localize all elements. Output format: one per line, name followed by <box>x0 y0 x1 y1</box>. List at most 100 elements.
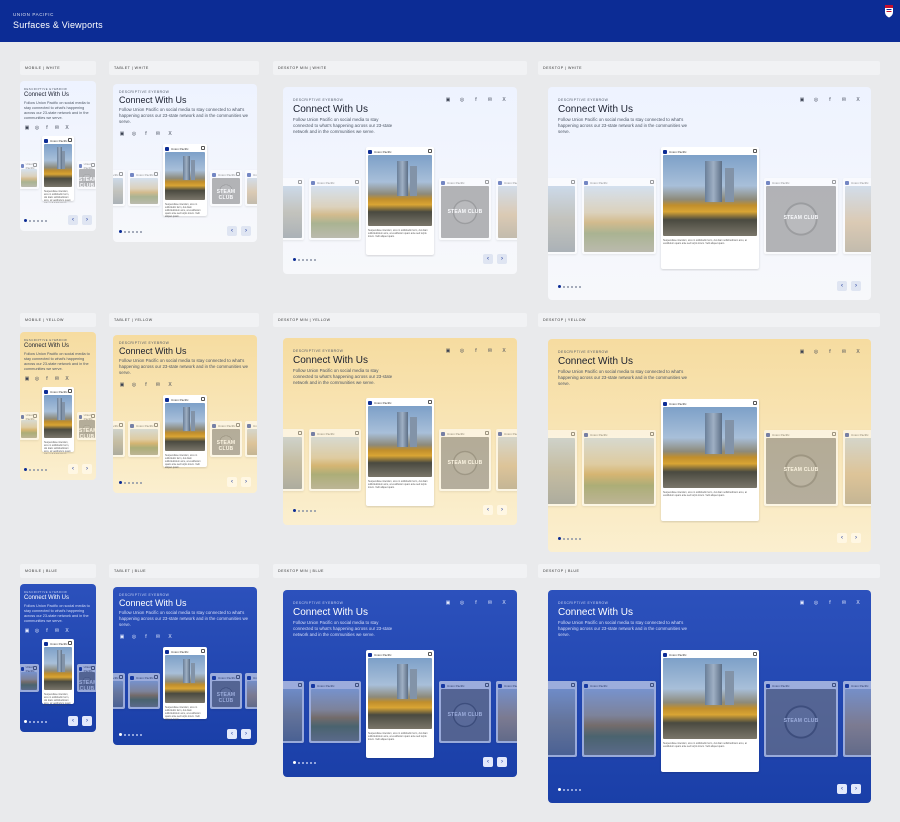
pagination-dot[interactable] <box>293 258 296 261</box>
pagination-dot[interactable] <box>567 788 569 791</box>
carousel-prev-button[interactable]: ‹ <box>227 729 237 739</box>
pagination-dot[interactable] <box>140 481 142 484</box>
carousel-card[interactable]: Union Pacific <box>843 178 871 254</box>
instagram-icon[interactable]: ◎ <box>131 382 137 388</box>
pagination-dot[interactable] <box>302 258 304 261</box>
carousel-prev-button[interactable]: ‹ <box>68 215 78 225</box>
pagination-dot[interactable] <box>558 285 561 288</box>
carousel-card[interactable]: Union Pacific <box>843 681 871 757</box>
youtube-icon[interactable]: ▣ <box>445 97 451 103</box>
pagination-dot[interactable] <box>119 481 122 484</box>
carousel-card[interactable]: Union Pacific STEAM CLUB <box>764 178 838 254</box>
facebook-icon[interactable]: f <box>827 349 833 355</box>
carousel-prev-button[interactable]: ‹ <box>227 477 237 487</box>
instagram-icon[interactable]: ◎ <box>459 348 465 354</box>
carousel-card[interactable]: Union Pacific <box>582 430 656 506</box>
carousel-card[interactable]: Union Pacific <box>113 673 125 709</box>
carousel-card-active[interactable]: Union Pacific Suspendisse interdum, arcu … <box>661 650 759 772</box>
pagination-dot[interactable] <box>119 230 122 233</box>
pagination-dot[interactable] <box>24 219 27 222</box>
carousel-card[interactable]: Union Pacific <box>496 429 517 491</box>
pagination-dot[interactable] <box>45 219 47 222</box>
pagination-dot[interactable] <box>24 720 27 723</box>
social-carousel[interactable]: Union PacificUnion PacificUnion PacificS… <box>20 387 96 454</box>
carousel-card-active[interactable]: Union Pacific Suspendisse interdum, arcu … <box>163 395 207 469</box>
x-icon[interactable]: X <box>64 125 70 131</box>
pagination-dot[interactable] <box>140 733 142 736</box>
carousel-next-button[interactable]: › <box>851 281 861 291</box>
carousel-prev-button[interactable]: ‹ <box>837 281 847 291</box>
carousel-card[interactable]: Union Pacific STEAM CLUB <box>764 430 838 506</box>
youtube-icon[interactable]: ▣ <box>799 97 805 103</box>
carousel-next-button[interactable]: › <box>82 716 92 726</box>
carousel-card-active[interactable]: Union Pacific Suspendisse interdum, arcu … <box>366 650 434 758</box>
carousel-next-button[interactable]: › <box>82 215 92 225</box>
carousel-card-active[interactable]: Union Pacific Suspendisse interdum, arcu … <box>42 639 74 706</box>
x-icon[interactable]: X <box>64 628 70 634</box>
pagination-dot[interactable] <box>45 468 47 471</box>
carousel-card[interactable]: Union Pacific <box>283 429 304 491</box>
pagination-dot[interactable] <box>558 788 561 791</box>
pagination-dot[interactable] <box>136 481 138 484</box>
pagination-dot[interactable] <box>575 537 577 540</box>
pagination-dot[interactable] <box>29 219 31 222</box>
pagination-dot[interactable] <box>24 468 27 471</box>
carousel-card[interactable]: Union Pacific <box>20 161 39 189</box>
carousel-card[interactable]: Union Pacific <box>113 421 125 457</box>
carousel-card-active[interactable]: Union Pacific Suspendisse interdum, arcu … <box>42 387 74 454</box>
carousel-card[interactable]: Union Pacific STEAM CLUB <box>439 178 491 240</box>
x-icon[interactable]: X <box>64 376 70 382</box>
email-icon[interactable]: ✉ <box>487 348 493 354</box>
pagination-dot[interactable] <box>563 537 565 540</box>
pagination-dot[interactable] <box>41 468 43 471</box>
youtube-icon[interactable]: ▣ <box>119 634 125 640</box>
pagination-dot[interactable] <box>128 733 130 736</box>
facebook-icon[interactable]: f <box>44 376 50 382</box>
youtube-icon[interactable]: ▣ <box>24 125 30 131</box>
carousel-card[interactable]: Union Pacific <box>843 430 871 506</box>
carousel-card-active[interactable]: Union Pacific Suspendisse interdum, arcu … <box>661 147 759 269</box>
carousel-prev-button[interactable]: ‹ <box>837 784 847 794</box>
facebook-icon[interactable]: f <box>143 634 149 640</box>
pagination-dot[interactable] <box>124 733 126 736</box>
pagination-dot[interactable] <box>575 788 577 791</box>
x-icon[interactable]: X <box>855 349 861 355</box>
pagination-dot[interactable] <box>567 285 569 288</box>
carousel-next-button[interactable]: › <box>82 464 92 474</box>
pagination-dot[interactable] <box>314 761 316 764</box>
pagination-dot[interactable] <box>124 230 126 233</box>
pagination-dot[interactable] <box>298 761 300 764</box>
pagination-dot[interactable] <box>293 761 296 764</box>
social-carousel[interactable]: Union PacificUnion PacificUnion PacificS… <box>283 650 517 760</box>
facebook-icon[interactable]: f <box>827 600 833 606</box>
email-icon[interactable]: ✉ <box>155 634 161 640</box>
facebook-icon[interactable]: f <box>44 125 50 131</box>
pagination-dot[interactable] <box>298 258 300 261</box>
pagination-dot[interactable] <box>558 537 561 540</box>
pagination-dot[interactable] <box>41 720 43 723</box>
facebook-icon[interactable]: f <box>143 131 149 137</box>
carousel-card-active[interactable]: Union Pacific Suspendisse interdum, arcu … <box>42 136 74 203</box>
social-carousel[interactable]: Union PacificUnion PacificUnion PacificS… <box>548 399 871 523</box>
email-icon[interactable]: ✉ <box>487 600 493 606</box>
carousel-card-active[interactable]: Union Pacific Suspendisse interdum, arcu … <box>366 398 434 506</box>
youtube-icon[interactable]: ▣ <box>119 131 125 137</box>
x-icon[interactable]: X <box>167 634 173 640</box>
carousel-next-button[interactable]: › <box>241 477 251 487</box>
carousel-card[interactable]: Union Pacific STEAM CLUB <box>764 681 838 757</box>
carousel-prev-button[interactable]: ‹ <box>68 716 78 726</box>
email-icon[interactable]: ✉ <box>54 376 60 382</box>
pagination-dot[interactable] <box>302 761 304 764</box>
pagination-dot[interactable] <box>571 788 573 791</box>
pagination-dot[interactable] <box>41 219 43 222</box>
social-carousel[interactable]: Union PacificUnion PacificUnion PacificS… <box>113 395 257 469</box>
youtube-icon[interactable]: ▣ <box>799 349 805 355</box>
carousel-card-active[interactable]: Union Pacific Suspendisse interdum, arcu … <box>163 144 207 218</box>
carousel-card[interactable]: Union Pacific <box>548 430 577 506</box>
carousel-prev-button[interactable]: ‹ <box>227 226 237 236</box>
pagination-dot[interactable] <box>124 481 126 484</box>
youtube-icon[interactable]: ▣ <box>799 600 805 606</box>
carousel-next-button[interactable]: › <box>497 254 507 264</box>
social-carousel[interactable]: Union Pacific Union Pacific Union PacificS… <box>283 398 517 508</box>
email-icon[interactable]: ✉ <box>54 125 60 131</box>
